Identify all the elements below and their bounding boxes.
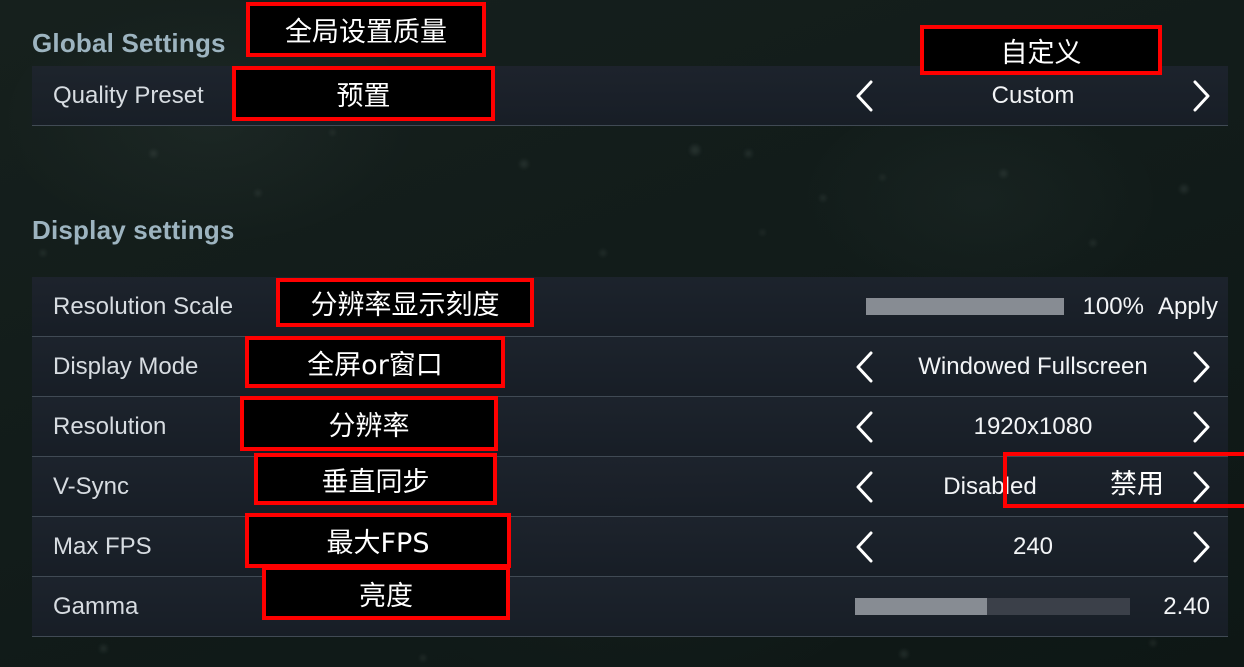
- annotation-display-mode: 全屏or窗口: [245, 336, 505, 388]
- setting-value-gamma: 2.40: [1163, 592, 1210, 620]
- chevron-right-icon[interactable]: [1184, 407, 1218, 447]
- slider-fill: [855, 598, 987, 615]
- setting-value-resolution: 1920x1080: [973, 412, 1093, 440]
- setting-label-gamma: Gamma: [53, 592, 139, 620]
- setting-row-max-fps: Max FPS 240: [32, 517, 1228, 577]
- section-heading-display-settings: Display settings: [32, 215, 235, 245]
- setting-label-resolution: Resolution: [53, 412, 167, 440]
- chevron-left-icon[interactable]: [848, 467, 882, 507]
- annotation-resolution: 分辨率: [240, 396, 498, 451]
- annotation-global-settings-quality: 全局设置质量: [246, 2, 486, 57]
- chevron-left-icon[interactable]: [848, 527, 882, 567]
- setting-label-display-mode: Display Mode: [53, 352, 199, 380]
- annotation-custom-value: 自定义: [920, 25, 1162, 75]
- setting-row-resolution: Resolution 1920x1080: [32, 397, 1228, 457]
- annotation-gamma: 亮度: [262, 566, 510, 620]
- stepper-resolution: 1920x1080: [848, 397, 1218, 456]
- game-settings-screen: Global Settings Quality Preset Custom Di…: [0, 0, 1244, 667]
- annotation-vsync-value-text: 禁用: [1110, 468, 1164, 500]
- slider-group-resolution-scale: 100% Apply: [865, 277, 1218, 336]
- setting-label-v-sync: V-Sync: [53, 472, 130, 500]
- annotation-v-sync: 垂直同步: [254, 453, 497, 505]
- slider-fill: [865, 298, 1064, 315]
- section-heading-global-settings: Global Settings: [32, 28, 226, 58]
- setting-label-max-fps: Max FPS: [53, 532, 152, 560]
- setting-label-resolution-scale: Resolution Scale: [53, 292, 234, 320]
- chevron-right-icon[interactable]: [1184, 347, 1218, 387]
- setting-value-max-fps: 240: [1012, 532, 1054, 560]
- setting-row-gamma: Gamma 2.40: [32, 577, 1228, 637]
- annotation-quality-preset: 预置: [232, 66, 495, 121]
- setting-row-quality-preset: Quality Preset Custom: [32, 66, 1228, 126]
- gamma-slider[interactable]: [855, 598, 1130, 615]
- setting-value-quality-preset: Custom: [991, 81, 1075, 109]
- setting-row-display-mode: Display Mode Windowed Fullscreen: [32, 337, 1228, 397]
- chevron-right-icon[interactable]: [1184, 527, 1218, 567]
- slider-group-gamma: 2.40: [855, 577, 1210, 636]
- annotation-resolution-scale: 分辨率显示刻度: [276, 278, 534, 327]
- chevron-left-icon[interactable]: [848, 76, 882, 116]
- resolution-scale-slider[interactable]: [865, 298, 1064, 315]
- setting-value-display-mode: Windowed Fullscreen: [918, 352, 1148, 380]
- setting-value-resolution-scale: 100%: [1082, 292, 1144, 320]
- stepper-display-mode: Windowed Fullscreen: [848, 337, 1218, 396]
- annotation-max-fps: 最大FPS: [245, 513, 511, 568]
- apply-button[interactable]: Apply: [1158, 293, 1218, 321]
- stepper-max-fps: 240: [848, 517, 1218, 576]
- chevron-left-icon[interactable]: [848, 407, 882, 447]
- setting-row-resolution-scale: Resolution Scale 100% Apply: [32, 277, 1228, 337]
- setting-label-quality-preset: Quality Preset: [53, 81, 204, 109]
- chevron-right-icon[interactable]: [1184, 76, 1218, 116]
- chevron-left-icon[interactable]: [848, 347, 882, 387]
